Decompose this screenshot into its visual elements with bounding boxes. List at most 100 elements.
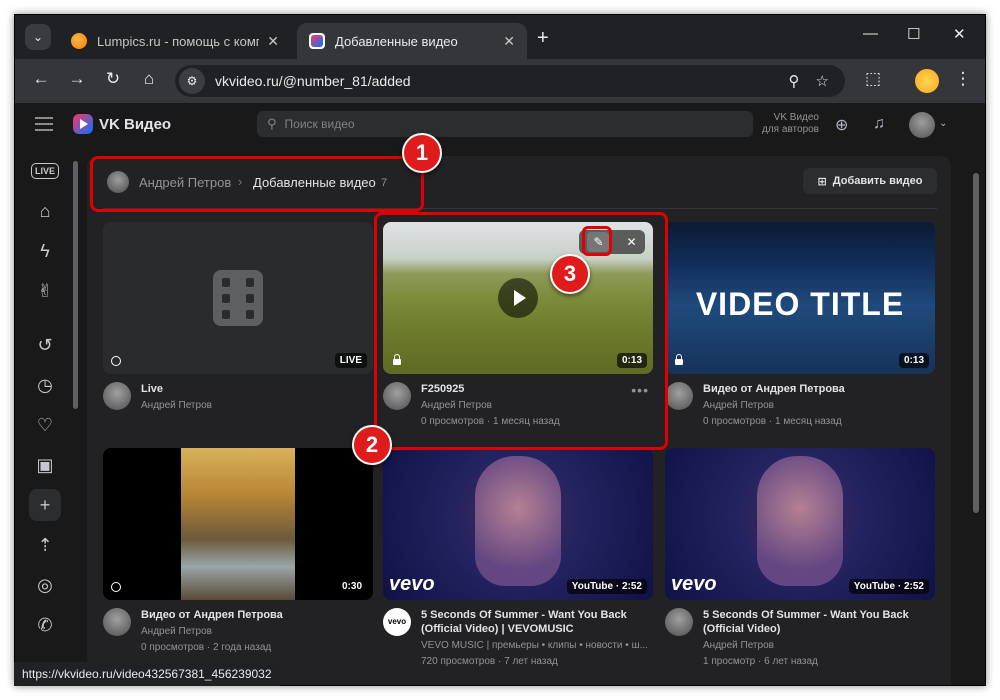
breadcrumb-avatar[interactable]	[107, 171, 129, 193]
page-scrollbar[interactable]	[971, 147, 981, 685]
avatar[interactable]: vevo	[383, 608, 411, 636]
video-card[interactable]: 0:30 Видео от Андрея Петрова Андрей Петр…	[103, 448, 373, 663]
play-icon[interactable]	[498, 278, 538, 318]
video-author[interactable]: VEVO MUSIC | премьеры • клипы • новости …	[421, 640, 653, 651]
history-icon[interactable]: ↺	[29, 329, 61, 361]
video-title[interactable]: Live	[141, 382, 371, 396]
zoom-icon[interactable]: ⚲	[789, 72, 800, 90]
browser-window: ⌄ Lumpics.ru - помощь с компь ✕ Добавлен…	[14, 14, 986, 686]
for-authors-line2: для авторов	[762, 124, 819, 135]
video-thumbnail[interactable]: ✎ ✕ 0:13	[383, 222, 653, 374]
video-stats: 720 просмотров · 7 лет назад	[421, 656, 558, 667]
avatar[interactable]	[103, 608, 131, 636]
avatar[interactable]	[665, 382, 693, 410]
video-thumbnail[interactable]: vevo YouTube · 2:52	[383, 448, 653, 600]
video-author[interactable]: Андрей Петров	[141, 626, 373, 637]
browser-menu-icon[interactable]: ⋮	[951, 69, 975, 89]
close-icon[interactable]: ✕	[503, 33, 515, 50]
video-title[interactable]: Видео от Андрея Петрова	[703, 382, 933, 396]
lightning-icon[interactable]: ϟ	[29, 235, 61, 267]
video-stats: 0 просмотров · 1 месяц назад	[421, 416, 560, 427]
thumbnail-text: VIDEO TITLE	[695, 286, 905, 322]
video-author[interactable]: Андрей Петров	[703, 640, 935, 651]
reload-icon[interactable]: ↻	[101, 69, 125, 89]
video-card[interactable]: ✎ ✕ 0:13 F250925 Андрей Петров 0 просмот…	[383, 222, 653, 437]
duration-badge: YouTube · 2:52	[848, 579, 929, 594]
video-card[interactable]: LIVE Live Андрей Петров	[103, 222, 373, 437]
add-video-button[interactable]: ⊞ Добавить видео	[803, 168, 937, 194]
duration-badge: LIVE	[334, 353, 367, 368]
maximize-icon[interactable]: ☐	[907, 25, 920, 43]
vevo-logo: vevo	[389, 573, 435, 595]
edit-pencil-icon[interactable]: ✎	[587, 232, 610, 252]
more-icon[interactable]: •••	[631, 382, 649, 398]
thumbnail-image	[475, 456, 561, 586]
tab-added-videos[interactable]: Добавленные видео ✕	[297, 23, 527, 59]
avatar[interactable]	[103, 382, 131, 410]
upload-icon[interactable]: ⇡	[29, 529, 61, 561]
back-icon[interactable]: ←	[29, 69, 53, 89]
video-thumbnail[interactable]: 0:30	[103, 448, 373, 600]
chevron-down-icon[interactable]: ⌄	[939, 118, 947, 129]
added-videos-plus-icon[interactable]: +	[29, 489, 61, 521]
video-thumbnail[interactable]: VIDEO TITLE 0:13	[665, 222, 935, 374]
video-title[interactable]: Видео от Андрея Петрова	[141, 608, 371, 622]
search-icon: ⚲	[267, 116, 277, 131]
tab-search-button[interactable]: ⌄	[25, 24, 51, 50]
close-icon[interactable]: ✕	[626, 235, 636, 249]
step-marker-3: 3	[550, 254, 590, 294]
vk-brand[interactable]: VK Видео	[99, 116, 171, 133]
profile-avatar[interactable]	[915, 69, 939, 93]
duration-badge: 0:30	[336, 579, 367, 594]
new-tab-button[interactable]: +	[537, 27, 549, 50]
video-stats: 1 просмотр · 6 лет назад	[703, 656, 818, 667]
hover-tools: ✎ ✕	[579, 230, 645, 254]
search-input[interactable]	[284, 117, 725, 131]
window-close-icon[interactable]: ✕	[953, 25, 966, 43]
breadcrumb-user[interactable]: Андрей Петров	[139, 175, 231, 190]
video-title[interactable]: F250925	[421, 382, 651, 396]
address-url[interactable]: vkvideo.ru/@number_81/added	[215, 73, 789, 89]
broadcast-icon[interactable]: ◎	[29, 569, 61, 601]
site-settings-icon[interactable]: ⚙	[179, 68, 205, 94]
video-author[interactable]: Андрей Петров	[703, 400, 935, 411]
address-bar[interactable]: ⚙ vkvideo.ru/@number_81/added ⚲ ☆	[175, 65, 845, 97]
nav-scrollbar[interactable]	[73, 161, 78, 409]
video-title[interactable]: 5 Seconds Of Summer - Want You Back (Off…	[703, 608, 933, 636]
tab-lumpics[interactable]: Lumpics.ru - помощь с компь ✕	[59, 23, 291, 59]
upload-plus-icon[interactable]: ⊕	[835, 115, 848, 135]
clips-icon[interactable]: ✌	[29, 275, 61, 307]
watch-later-icon[interactable]: ◷	[29, 369, 61, 401]
vk-video-logo-icon[interactable]	[73, 114, 93, 134]
minimize-icon[interactable]: —	[863, 25, 878, 42]
video-title[interactable]: 5 Seconds Of Summer - Want You Back (Off…	[421, 608, 651, 636]
lock-icon	[393, 354, 401, 365]
video-card[interactable]: VIDEO TITLE 0:13 Видео от Андрея Петрова…	[665, 222, 935, 437]
home-icon[interactable]: ⌂	[137, 69, 161, 89]
status-bar-url: https://vkvideo.ru/video432567381_456239…	[14, 662, 280, 686]
clock-icon	[111, 356, 121, 366]
avatar[interactable]	[383, 382, 411, 410]
forward-icon[interactable]: →	[65, 69, 89, 89]
search-box[interactable]: ⚲	[257, 111, 753, 137]
user-avatar[interactable]	[909, 112, 935, 138]
phone-icon[interactable]: ✆	[29, 609, 61, 641]
live-icon[interactable]: LIVE	[29, 155, 61, 187]
video-thumbnail[interactable]: LIVE	[103, 222, 373, 374]
close-icon[interactable]: ✕	[267, 33, 279, 50]
for-authors-link[interactable]: VK Видео для авторов	[749, 112, 819, 136]
video-thumbnail[interactable]: vevo YouTube · 2:52	[665, 448, 935, 600]
avatar[interactable]	[665, 608, 693, 636]
video-card[interactable]: vevo YouTube · 2:52 5 Seconds Of Summer …	[665, 448, 935, 667]
video-author[interactable]: Андрей Петров	[421, 400, 653, 411]
scrollbar-thumb[interactable]	[973, 173, 979, 513]
menu-icon[interactable]	[35, 117, 53, 131]
bookmark-star-icon[interactable]: ☆	[816, 72, 829, 90]
heart-icon[interactable]: ♡	[29, 409, 61, 441]
bell-icon[interactable]: ♫	[873, 115, 885, 133]
subscriptions-icon[interactable]: ▣	[29, 449, 61, 481]
home-icon[interactable]: ⌂	[29, 195, 61, 227]
video-author[interactable]: Андрей Петров	[141, 400, 373, 411]
extensions-icon[interactable]: ⬚	[861, 69, 885, 89]
video-card[interactable]: vevo YouTube · 2:52 vevo 5 Seconds Of Su…	[383, 448, 653, 667]
